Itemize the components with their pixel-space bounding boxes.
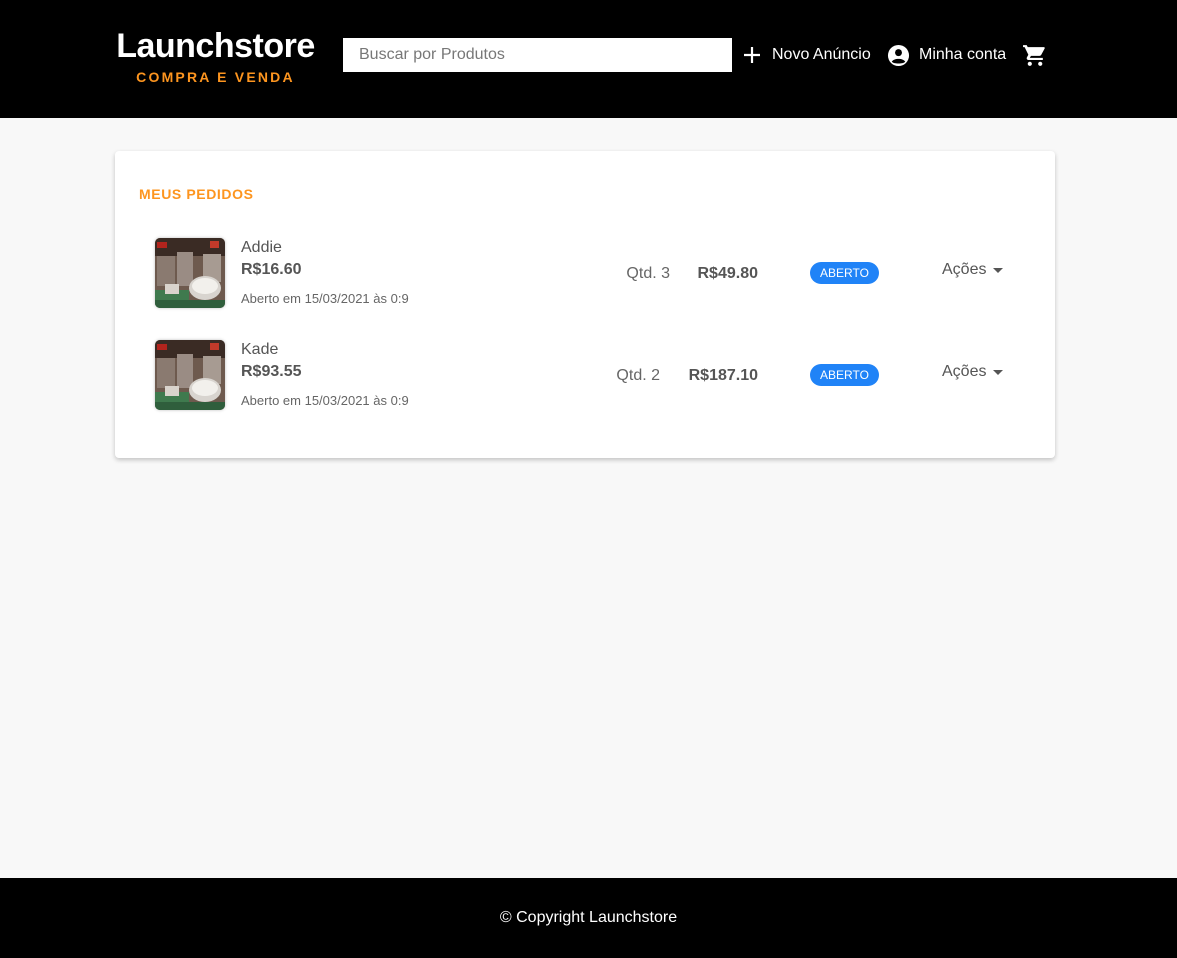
order-row: Kade R$93.55 Aberto em 15/03/2021 às 0:9… <box>155 340 1035 412</box>
product-thumbnail[interactable] <box>155 238 225 308</box>
account-circle-icon <box>887 44 910 67</box>
logo-title: Launchstore <box>116 27 315 65</box>
order-quantity: Qtd. 2 <box>616 367 660 384</box>
orders-card: MEUS PEDIDOS Addie R$16.60 Aberto em 15/… <box>115 151 1055 458</box>
product-name: Addie <box>241 239 282 256</box>
actions-label: Ações <box>942 363 987 380</box>
shopping-cart-icon <box>1022 43 1047 68</box>
order-date: Aberto em 15/03/2021 às 0:9 <box>241 291 409 306</box>
top-header: Launchstore COMPRA E VENDA Novo Anúncio … <box>0 0 1177 118</box>
logo[interactable]: Launchstore COMPRA E VENDA <box>115 28 316 85</box>
logo-subtitle: COMPRA E VENDA <box>136 69 295 85</box>
order-total: R$187.10 <box>688 367 758 384</box>
search-input[interactable] <box>343 38 732 72</box>
my-account-link[interactable]: Minha conta <box>887 42 1006 68</box>
order-total: R$49.80 <box>697 265 759 282</box>
actions-dropdown[interactable]: Ações <box>942 363 1004 381</box>
order-row: Addie R$16.60 Aberto em 15/03/2021 às 0:… <box>155 238 1035 310</box>
unit-price: R$93.55 <box>241 363 302 380</box>
product-thumbnail[interactable] <box>155 340 225 410</box>
status-badge: ABERTO <box>810 364 879 386</box>
caret-down-icon <box>993 267 1004 273</box>
section-title: MEUS PEDIDOS <box>139 186 254 202</box>
status-badge: ABERTO <box>810 262 879 284</box>
cart-link[interactable] <box>1022 42 1047 68</box>
plus-icon <box>742 45 762 65</box>
page-footer: © Copyright Launchstore <box>0 878 1177 958</box>
caret-down-icon <box>993 369 1004 375</box>
copyright-text: © Copyright Launchstore <box>499 909 678 926</box>
actions-dropdown[interactable]: Ações <box>942 261 1004 279</box>
order-date: Aberto em 15/03/2021 às 0:9 <box>241 393 409 408</box>
new-listing-label: Novo Anúncio <box>772 46 871 63</box>
actions-label: Ações <box>942 261 987 278</box>
product-name: Kade <box>241 341 279 358</box>
unit-price: R$16.60 <box>241 261 302 278</box>
my-account-label: Minha conta <box>919 46 1007 63</box>
new-listing-link[interactable]: Novo Anúncio <box>742 42 871 68</box>
order-quantity: Qtd. 3 <box>626 265 670 282</box>
